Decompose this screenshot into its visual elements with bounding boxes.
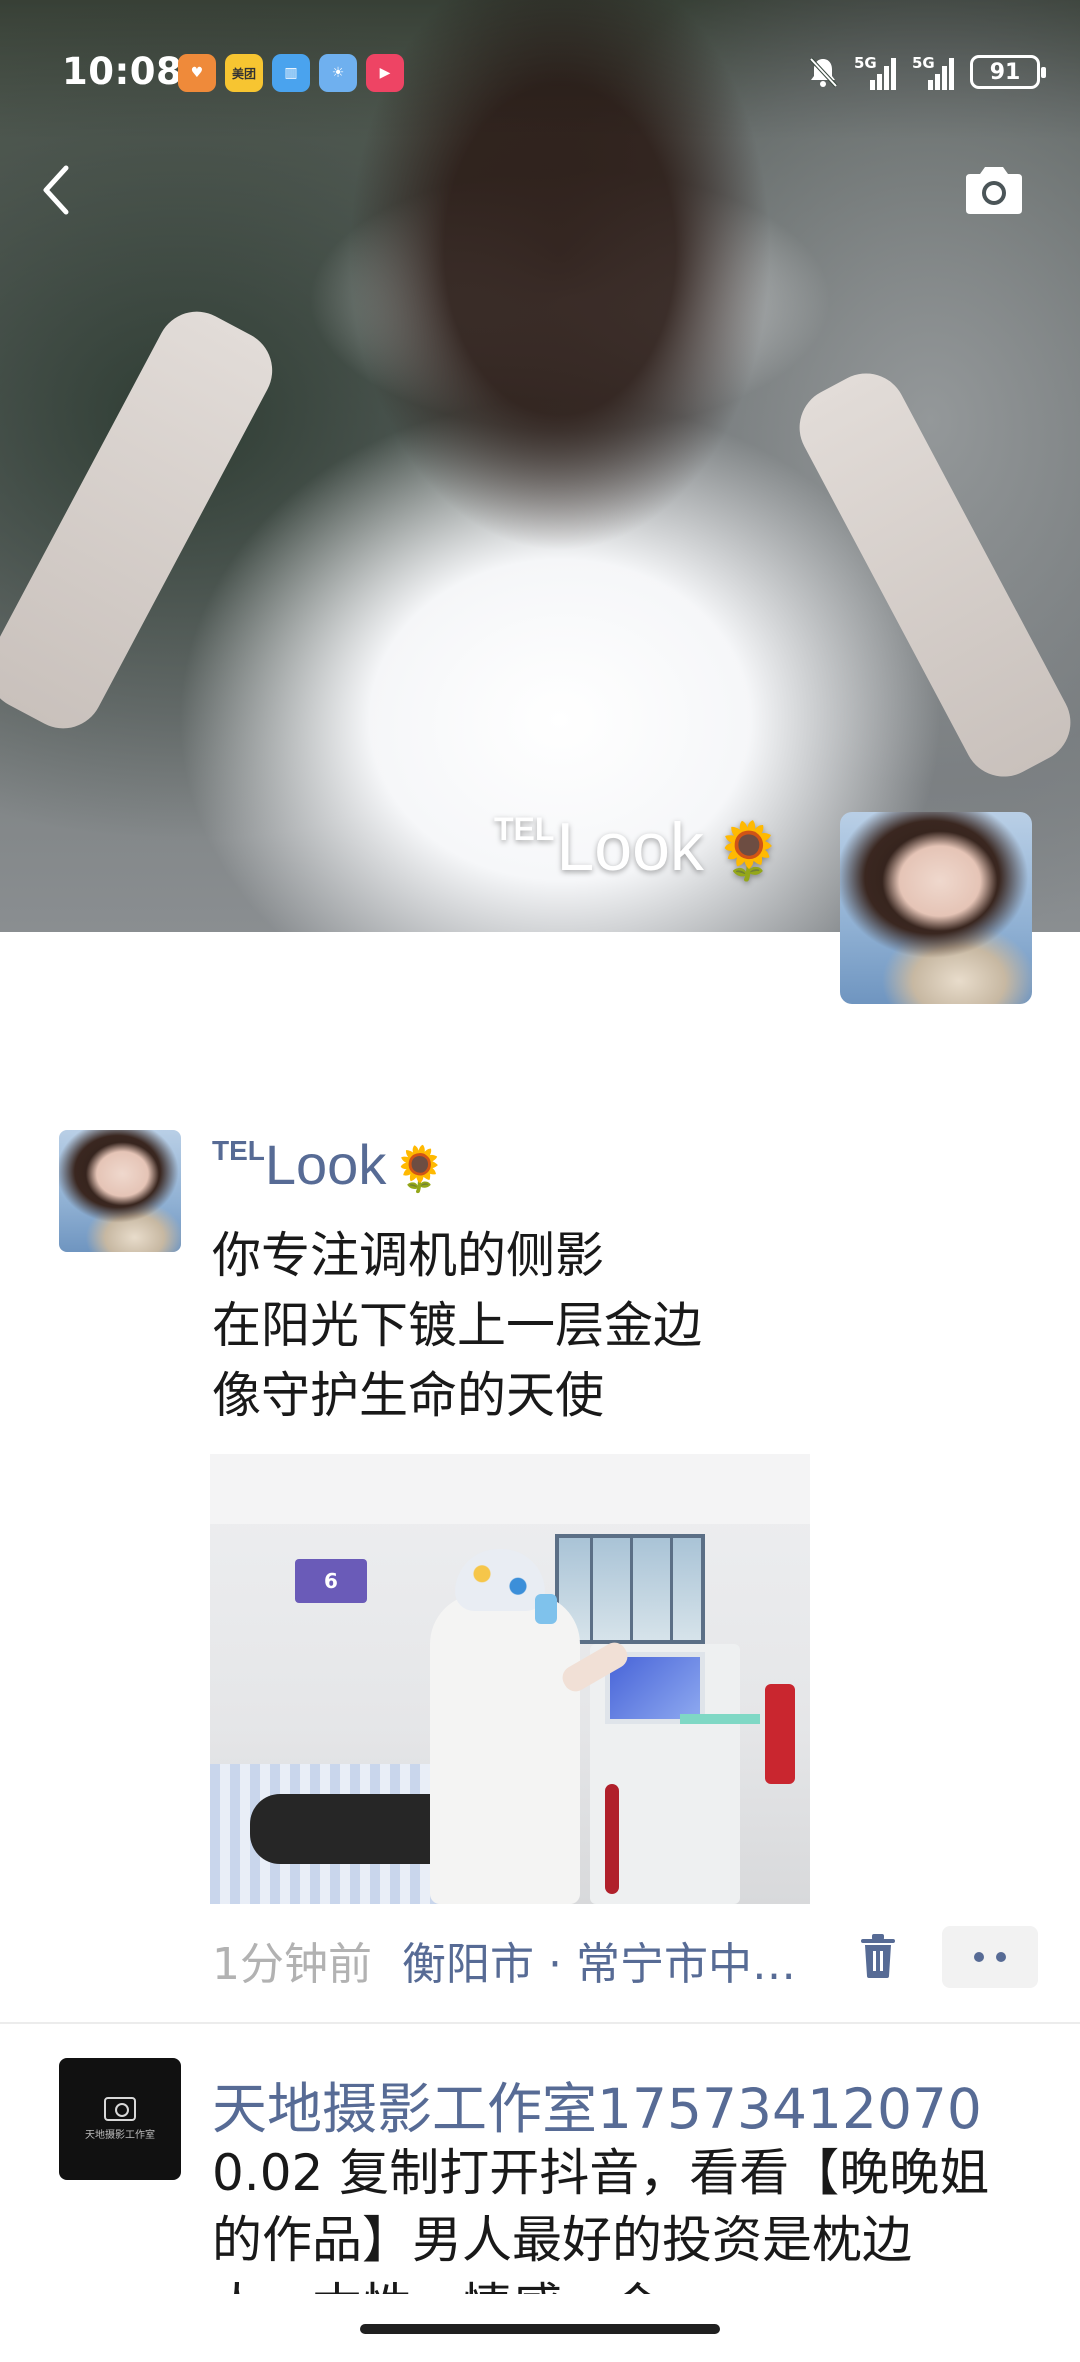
network-type-2: 5G (912, 54, 935, 72)
room-number: 6 (324, 1569, 338, 1593)
more-actions-button[interactable] (942, 1926, 1038, 1988)
status-time: 10:08 (62, 50, 183, 93)
sunflower-emoji: 🌻 (713, 819, 784, 882)
post-timestamp: 1分钟前 (212, 1939, 372, 1990)
video-app-icon: ▶ (366, 54, 404, 92)
camera-logo-icon (104, 2097, 136, 2121)
post-author-avatar[interactable] (59, 1130, 181, 1252)
studio-logo-text: 天地摄影工作室 (85, 2130, 155, 2141)
dot-icon (974, 1952, 984, 1962)
battery-level: 91 (989, 59, 1021, 85)
cover-user-name: TELLook 🌻 (494, 808, 784, 886)
post-location[interactable]: 衡阳市 · 常宁市中… (402, 1928, 796, 1992)
cover-user-name-tag: TEL (494, 811, 555, 847)
meituan-app-icon: 美团 (225, 54, 263, 92)
post-text-line-1: 你专注调机的侧影 (212, 1227, 605, 1284)
post2-author-name[interactable]: 天地摄影工作室17573412070 (212, 2064, 982, 2144)
mute-bell-icon (809, 57, 838, 88)
battery-indicator: 91 (970, 55, 1046, 89)
pinduoduo-app-icon: ♥ (178, 54, 216, 92)
post-photo[interactable]: 6 (210, 1454, 810, 1904)
post-divider (0, 2022, 1080, 2024)
studio-logo-avatar[interactable]: 天地摄影工作室 (59, 2058, 181, 2180)
cover-image[interactable] (0, 0, 1080, 932)
room-number-sign: 6 (295, 1559, 367, 1603)
cover-figure-left-arm (0, 297, 287, 743)
post-author-name[interactable]: TELLook 🌻 (212, 1132, 447, 1197)
cellular-signal-1-icon: 5G (854, 54, 898, 90)
post2-text: 0.02 复制打开抖音，看看【晚晚姐的作品】男人最好的投资是枕边人，本性，情感，… (212, 2144, 990, 2294)
status-right-cluster: 5G 5G 91 (806, 54, 1046, 90)
post-text-line-2: 在阳光下镀上一层金边 (212, 1297, 703, 1354)
cover-user-name-text: Look (556, 809, 704, 885)
post-text-line-3: 像守护生命的天使 (212, 1367, 605, 1424)
post-author-tag: TEL (212, 1135, 265, 1166)
back-arrow-icon[interactable] (36, 160, 76, 220)
weather-app-icon: ☀ (319, 54, 357, 92)
sunflower-emoji: 🌻 (392, 1145, 448, 1194)
camera-icon[interactable] (962, 164, 1026, 216)
cover-figure-right-arm (785, 359, 1080, 791)
post-author-text: Look (264, 1133, 387, 1196)
network-type-1: 5G (854, 54, 877, 72)
cellular-signal-2-icon: 5G (912, 54, 956, 90)
home-indicator[interactable] (360, 2324, 720, 2334)
dot-icon (996, 1952, 1006, 1962)
reader-app-icon: ▥ (272, 54, 310, 92)
status-bar: 10:08 ♥ 美团 ▥ ☀ ▶ 5G 5G 91 (0, 40, 1080, 110)
profile-avatar[interactable] (840, 812, 1032, 1004)
trash-icon[interactable] (858, 1932, 898, 1980)
